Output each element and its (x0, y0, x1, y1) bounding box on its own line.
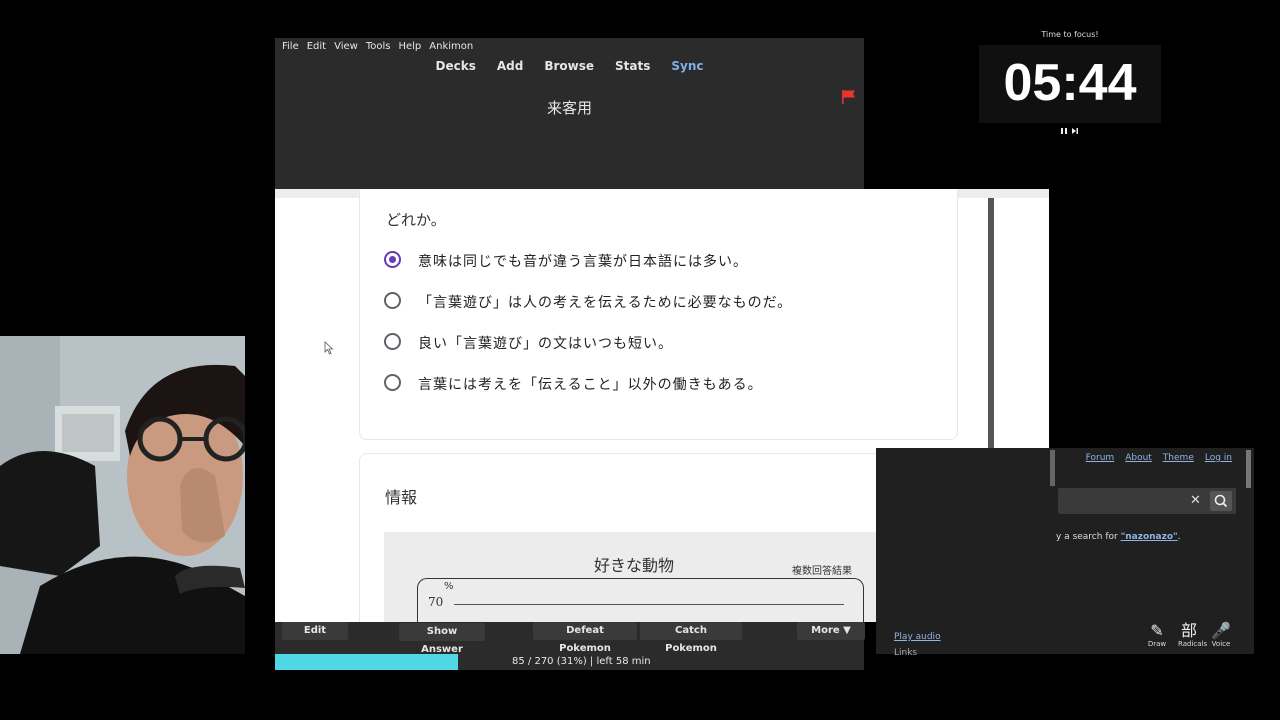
flag-icon[interactable] (841, 89, 857, 105)
search-icon (1214, 494, 1228, 508)
timer-value: 05:44 (1003, 54, 1137, 112)
menu-bar: File Edit View Tools Help Ankimon (282, 41, 481, 57)
defeat-pokemon-button[interactable]: Defeat Pokemon (533, 622, 637, 654)
question-card: どれか。 意味は同じでも音が違う言葉が日本語には多い。 「言葉遊び」は人の考えを… (359, 189, 958, 440)
radicals-icon: 部 (1180, 621, 1197, 640)
jisho-nav-theme[interactable]: Theme (1163, 453, 1194, 463)
radio-button[interactable] (384, 374, 401, 391)
jisho-right-scrollbar[interactable] (1246, 450, 1251, 488)
radio-button-selected[interactable] (384, 251, 401, 268)
nav-browse[interactable]: Browse (544, 59, 594, 77)
deck-title: 来客用 (546, 99, 592, 117)
more-button[interactable]: More ▼ (797, 622, 865, 640)
jisho-scrollbar[interactable] (1050, 450, 1055, 486)
info-title: 情報 (385, 488, 418, 507)
edit-button[interactable]: Edit (282, 622, 348, 640)
mouse-cursor-icon (324, 341, 334, 355)
figure-gridline (454, 604, 844, 605)
progress-bar (275, 654, 458, 670)
jisho-input-tools: ✎ Draw 部 Radicals 🎤 Voice (1146, 621, 1232, 649)
jisho-nav-forum[interactable]: Forum (1086, 453, 1115, 463)
nav-add[interactable]: Add (497, 59, 523, 77)
focus-timer: 05:44 (979, 45, 1161, 123)
webcam-feed (0, 336, 245, 654)
skip-icon[interactable] (1071, 127, 1079, 135)
show-answer-button[interactable]: Show Answer (399, 623, 485, 655)
nav-decks[interactable]: Decks (436, 59, 476, 77)
option-label: 良い「言葉遊び」の文はいつも短い。 (418, 336, 673, 352)
question-text: どれか。 (386, 211, 446, 229)
figure-title: 好きな動物 (594, 556, 675, 575)
menu-help[interactable]: Help (398, 41, 421, 57)
option-label: 言葉には考えを「伝えること」以外の働きもある。 (418, 377, 763, 393)
radio-button[interactable] (384, 292, 401, 309)
pause-icon[interactable] (1060, 127, 1068, 135)
links-heading: Links (894, 648, 918, 658)
radicals-tool[interactable]: 部 Radicals (1178, 621, 1207, 649)
draw-tool[interactable]: ✎ Draw (1146, 621, 1168, 649)
option-label: 「言葉遊び」は人の考えを伝えるために必要なものだ。 (418, 295, 793, 311)
info-figure-image: 好きな動物 複数回答結果 % 70 (384, 532, 933, 622)
progress-text: 85 / 270 (31%) | left 58 min (512, 656, 651, 667)
figure-subtitle: 複数回答結果 (792, 566, 852, 577)
timer-label: Time to focus! (1041, 30, 1099, 39)
main-toolbar: Decks Add Browse Stats Sync (275, 59, 864, 77)
jisho-nav: Forum About Theme Log in (1086, 453, 1232, 463)
timer-controls (1060, 127, 1079, 135)
search-term-link[interactable]: "nazonazo" (1121, 532, 1178, 542)
option-label: 意味は同じでも音が違う言葉が日本語には多い。 (418, 254, 748, 270)
review-bottom-bar: Edit Show Answer Defeat Pokemon Catch Po… (275, 622, 865, 655)
jisho-nav-login[interactable]: Log in (1205, 453, 1232, 463)
nav-stats[interactable]: Stats (615, 59, 650, 77)
jisho-search-message: y a search for "nazonazo". (1056, 532, 1181, 542)
progress-row: 85 / 270 (31%) | left 58 min (275, 654, 864, 670)
jisho-window: Forum About Theme Log in ✕ y a search fo… (876, 448, 1254, 658)
radio-button[interactable] (384, 333, 401, 350)
menu-ankimon[interactable]: Ankimon (429, 41, 473, 57)
clear-icon[interactable]: ✕ (1190, 493, 1201, 508)
figure-percent-sign: % (444, 581, 454, 592)
menu-view[interactable]: View (334, 41, 358, 57)
draw-icon: ✎ (1150, 621, 1164, 640)
figure-y-tick: 70 (428, 595, 444, 609)
menu-tools[interactable]: Tools (366, 41, 391, 57)
play-audio-link[interactable]: Play audio (894, 632, 941, 642)
microphone-icon: 🎤 (1211, 621, 1231, 640)
voice-tool[interactable]: 🎤 Voice (1210, 621, 1232, 649)
menu-edit[interactable]: Edit (307, 41, 326, 57)
nav-sync[interactable]: Sync (671, 59, 703, 77)
figure-chart-frame: % 70 (417, 578, 864, 622)
info-card: 情報 好きな動物 複数回答結果 % 70 (359, 453, 958, 622)
catch-pokemon-button[interactable]: Catch Pokemon (640, 622, 742, 654)
jisho-nav-about[interactable]: About (1125, 453, 1152, 463)
menu-file[interactable]: File (282, 41, 299, 57)
jisho-search-button[interactable] (1210, 491, 1232, 511)
webcam-person-image (0, 336, 245, 654)
